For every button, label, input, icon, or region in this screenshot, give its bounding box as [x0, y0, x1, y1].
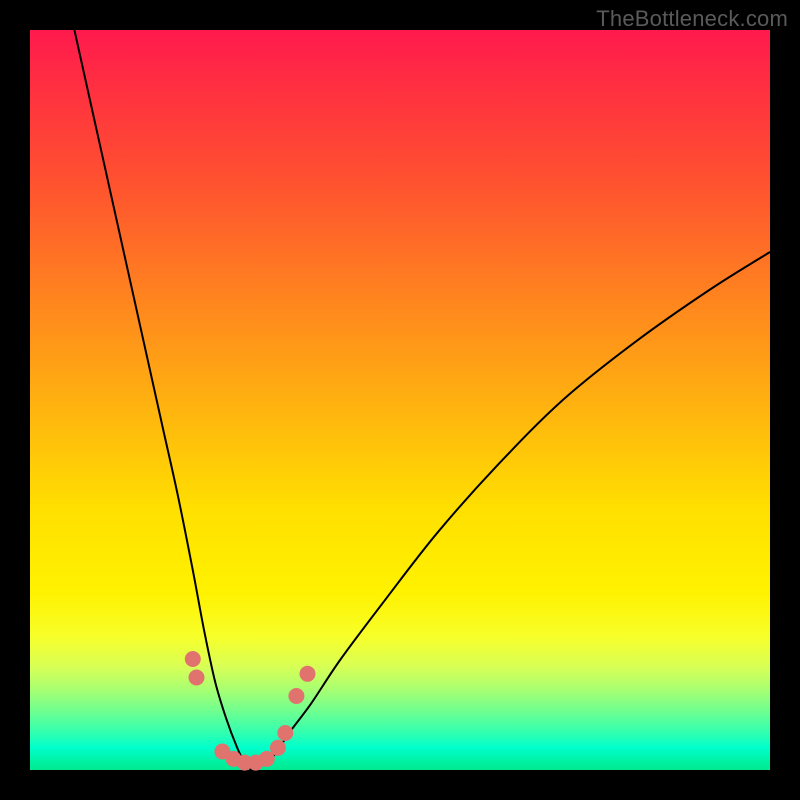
- curve-marker: [277, 725, 293, 741]
- curve-marker: [270, 740, 286, 756]
- bottleneck-curve: [30, 30, 770, 770]
- curve-path: [74, 30, 770, 770]
- curve-marker: [189, 670, 205, 686]
- curve-marker: [288, 688, 304, 704]
- watermark-text: TheBottleneck.com: [596, 6, 788, 32]
- curve-marker: [185, 651, 201, 667]
- curve-marker: [300, 666, 316, 682]
- marker-group: [185, 651, 316, 771]
- chart-frame: TheBottleneck.com: [0, 0, 800, 800]
